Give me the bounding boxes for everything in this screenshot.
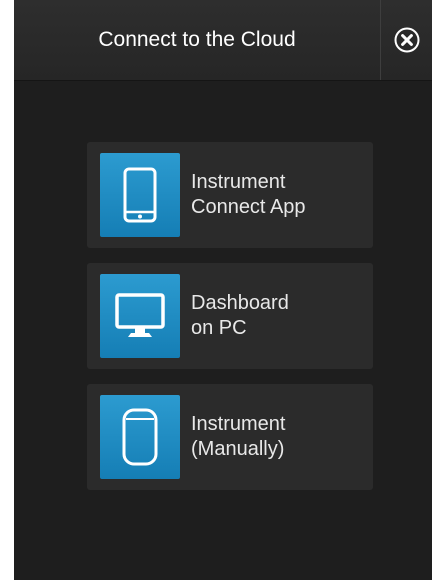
option-label: Instrument Connect App (191, 142, 306, 248)
monitor-icon (115, 293, 165, 337)
option-icon-tile (100, 274, 180, 358)
option-label-line2: (Manually) (191, 438, 285, 460)
option-label-line1: Dashboard (191, 292, 289, 314)
option-dashboard-on-pc[interactable]: Dashboard on PC (87, 263, 373, 369)
option-label-line1: Instrument (191, 171, 286, 193)
dialog-title: Connect to the Cloud (98, 28, 296, 51)
option-instrument-connect-app[interactable]: Instrument Connect App (87, 142, 373, 248)
connect-dialog: Connect to the Cloud Instrument Connect … (14, 0, 432, 580)
option-label: Dashboard on PC (191, 263, 289, 369)
option-icon-tile (100, 153, 180, 237)
option-instrument-manually[interactable]: Instrument (Manually) (87, 384, 373, 490)
option-label-line2: on PC (191, 317, 247, 339)
option-label: Instrument (Manually) (191, 384, 285, 490)
option-label-line2: Connect App (191, 196, 306, 218)
option-label-line1: Instrument (191, 413, 286, 435)
instrument-device-icon (122, 408, 158, 466)
dialog-header: Connect to the Cloud (14, 0, 432, 81)
option-icon-tile (100, 395, 180, 479)
close-button[interactable] (381, 0, 432, 80)
close-icon (394, 27, 419, 53)
smartphone-icon (123, 167, 157, 223)
